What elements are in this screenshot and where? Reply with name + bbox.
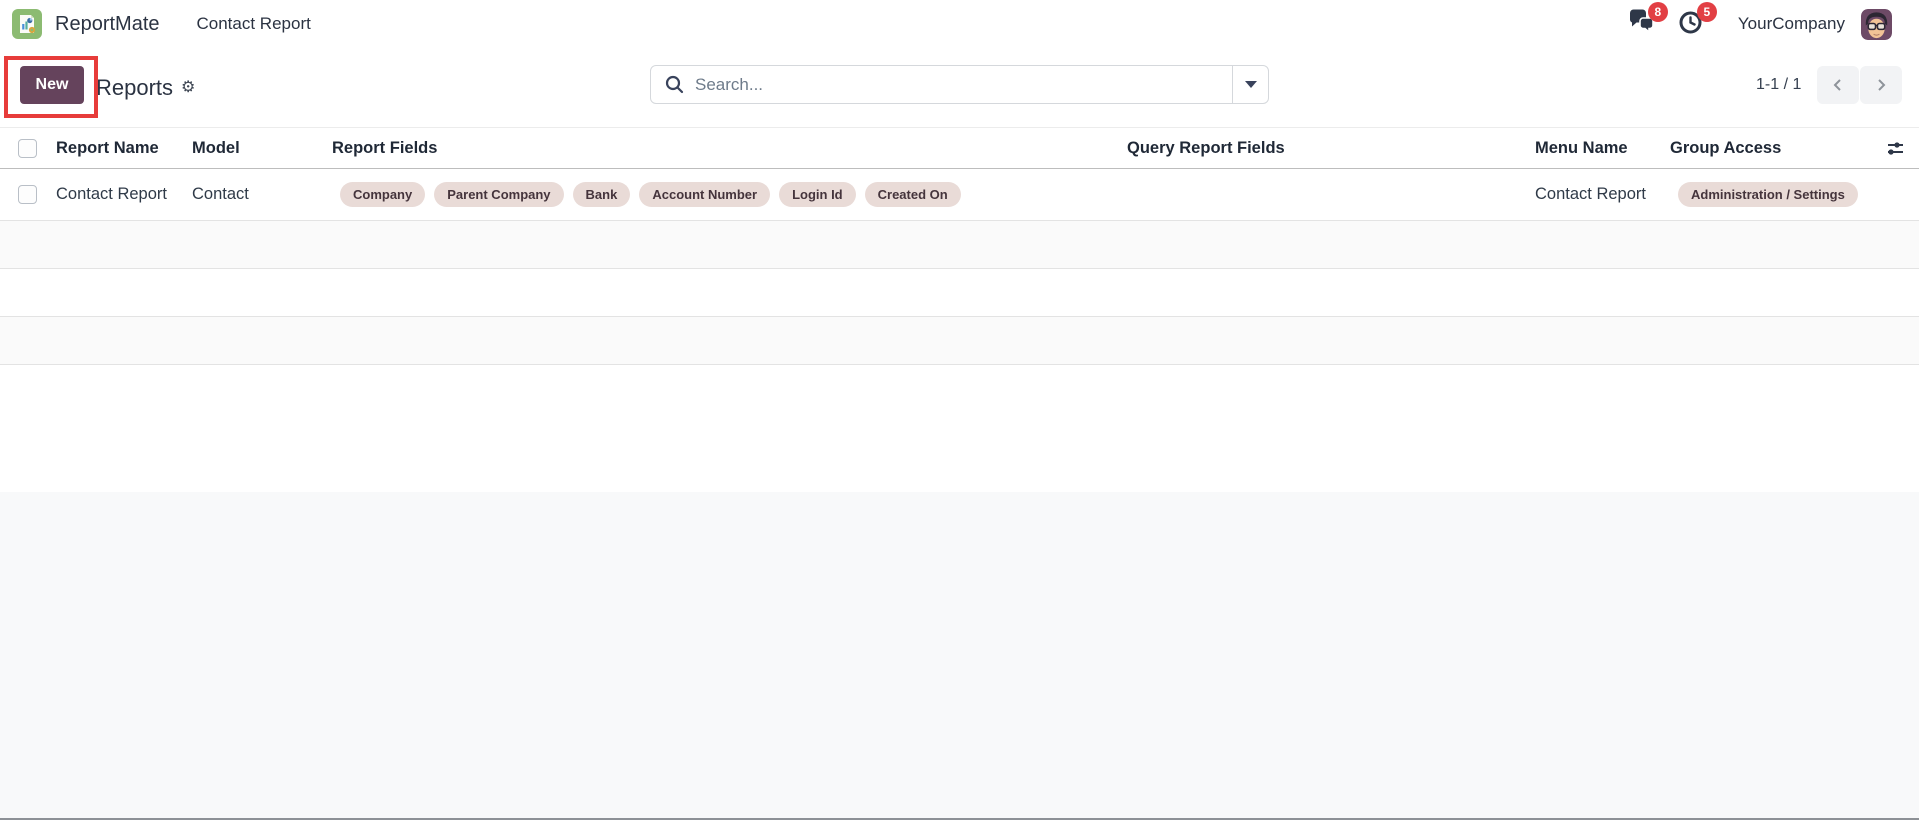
column-sliders-icon <box>1888 139 1905 158</box>
empty-row <box>0 269 1919 317</box>
cell-group-access: Administration / Settings <box>1660 182 1888 207</box>
top-navbar: ReportMate Contact Report 8 5 YourCompan… <box>0 0 1919 48</box>
menu-item-contact-report[interactable]: Contact Report <box>197 14 311 34</box>
topbar-left: ReportMate Contact Report <box>0 9 311 39</box>
caret-down-icon <box>1245 81 1257 88</box>
search-input[interactable] <box>693 74 1232 96</box>
optional-columns-toggle[interactable] <box>1888 137 1907 160</box>
reports-list: Report Name Model Report Fields Query Re… <box>0 127 1919 365</box>
app-name[interactable]: ReportMate <box>55 13 160 36</box>
select-all-cell <box>0 139 46 158</box>
header-settings-cell <box>1888 137 1919 160</box>
empty-row <box>0 221 1919 269</box>
cell-menu-name: Contact Report <box>1525 185 1660 204</box>
group-access-tag: Administration / Settings <box>1678 182 1858 207</box>
chevron-left-icon <box>1830 77 1846 93</box>
tag: Company <box>340 182 425 207</box>
row-checkbox[interactable] <box>18 185 37 204</box>
header-menu-name[interactable]: Menu Name <box>1525 139 1660 158</box>
empty-row <box>0 317 1919 365</box>
report-fields-tags: Company Parent Company Bank Account Numb… <box>340 182 1117 207</box>
pager-prev-button[interactable] <box>1817 66 1859 104</box>
page-background <box>0 492 1919 820</box>
header-report-name[interactable]: Report Name <box>46 139 182 158</box>
tag: Parent Company <box>434 182 563 207</box>
tag: Bank <box>573 182 631 207</box>
header-group-access[interactable]: Group Access <box>1660 139 1888 158</box>
page-title: Reports <box>96 75 173 101</box>
user-avatar[interactable] <box>1861 9 1892 40</box>
messages-button[interactable]: 8 <box>1628 9 1655 40</box>
list-header-row: Report Name Model Report Fields Query Re… <box>0 128 1919 169</box>
cell-report-name: Contact Report <box>46 185 182 204</box>
cell-model: Contact <box>182 185 322 204</box>
new-button[interactable]: New <box>20 66 84 104</box>
search-icon <box>665 75 684 94</box>
tag: Login Id <box>779 182 856 207</box>
tag: Account Number <box>639 182 770 207</box>
topbar-right: 8 5 YourCompany <box>1628 0 1892 48</box>
reportmate-logo-icon[interactable] <box>12 9 42 39</box>
table-row[interactable]: Contact Report Contact Company Parent Co… <box>0 169 1919 221</box>
pager: 1-1 / 1 <box>1756 65 1902 104</box>
reportmate-app-window: ReportMate Contact Report 8 5 YourCompan… <box>0 0 1919 820</box>
activities-count-badge: 5 <box>1697 2 1717 22</box>
pager-next-button[interactable] <box>1860 66 1902 104</box>
breadcrumb: Reports ⚙ <box>96 48 195 127</box>
chevron-right-icon <box>1873 77 1889 93</box>
header-query-report-fields[interactable]: Query Report Fields <box>1117 139 1525 158</box>
pager-range-text: 1-1 / 1 <box>1756 76 1801 94</box>
search-bar <box>650 65 1269 104</box>
activities-button[interactable]: 5 <box>1679 9 1704 40</box>
tag: Created On <box>865 182 961 207</box>
control-panel: New Reports ⚙ 1-1 / 1 <box>0 48 1919 127</box>
company-name[interactable]: YourCompany <box>1738 14 1845 34</box>
messages-count-badge: 8 <box>1648 2 1668 22</box>
cell-report-fields: Company Parent Company Bank Account Numb… <box>322 182 1117 207</box>
cog-menu-icon[interactable]: ⚙ <box>181 80 195 96</box>
search-main <box>651 66 1232 103</box>
search-options-toggle[interactable] <box>1232 66 1268 103</box>
header-model[interactable]: Model <box>182 139 322 158</box>
select-all-checkbox[interactable] <box>18 139 37 158</box>
header-report-fields[interactable]: Report Fields <box>322 139 1117 158</box>
row-select-cell <box>0 185 46 204</box>
